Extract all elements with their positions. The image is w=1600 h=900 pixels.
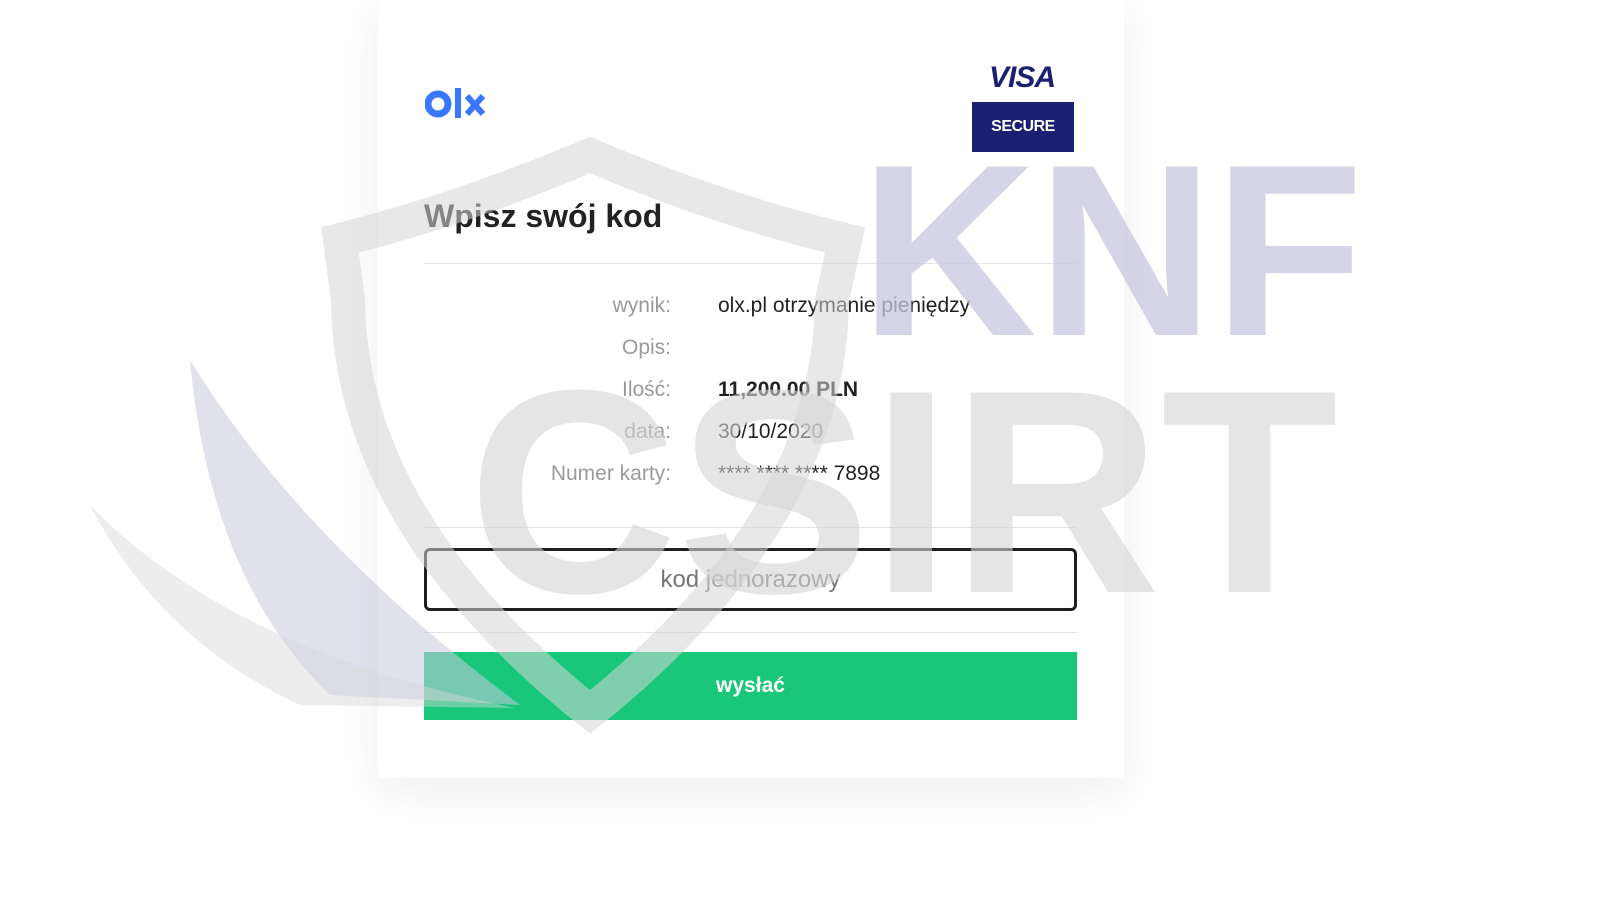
page-title: Wpisz swój kod	[424, 198, 663, 234]
detail-label: Ilość:	[621, 378, 671, 401]
divider-bottom	[424, 632, 1077, 633]
transaction-details: wynik: olx.pl otrzymanie pieniędzy Opis:…	[424, 285, 1077, 495]
detail-row-result: wynik: olx.pl otrzymanie pieniędzy	[424, 285, 1077, 327]
detail-label: Numer karty:	[550, 462, 671, 485]
detail-row-date: data: 30/10/2020	[424, 411, 1077, 453]
divider-middle	[424, 527, 1077, 528]
divider-top	[424, 263, 1077, 264]
detail-label: data:	[624, 420, 671, 443]
visa-wordmark: VISA	[988, 61, 1056, 94]
detail-row-amount: Ilość: 11,200.00 PLN	[424, 369, 1077, 411]
otp-code-input[interactable]	[424, 548, 1077, 611]
detail-label: wynik:	[612, 294, 671, 317]
detail-value: olx.pl otrzymanie pieniędzy	[718, 294, 971, 317]
visa-secure-logo: VISA SECURE	[972, 60, 1074, 152]
page-background: VISA SECURE Wpisz swój kod wynik: olx.pl…	[0, 0, 1600, 900]
olx-logo	[425, 88, 486, 118]
detail-value: **** **** **** 7898	[718, 462, 881, 485]
payment-card-panel: VISA SECURE Wpisz swój kod wynik: olx.pl…	[378, 0, 1124, 778]
detail-row-card-number: Numer karty: **** **** **** 7898	[424, 453, 1077, 495]
detail-value-amount: 11,200.00 PLN	[718, 378, 859, 401]
detail-value: 30/10/2020	[718, 420, 824, 443]
submit-button[interactable]: wysłać	[424, 652, 1077, 720]
detail-row-description: Opis:	[424, 327, 1077, 369]
secure-badge: SECURE	[972, 102, 1074, 152]
detail-label: Opis:	[621, 336, 671, 359]
